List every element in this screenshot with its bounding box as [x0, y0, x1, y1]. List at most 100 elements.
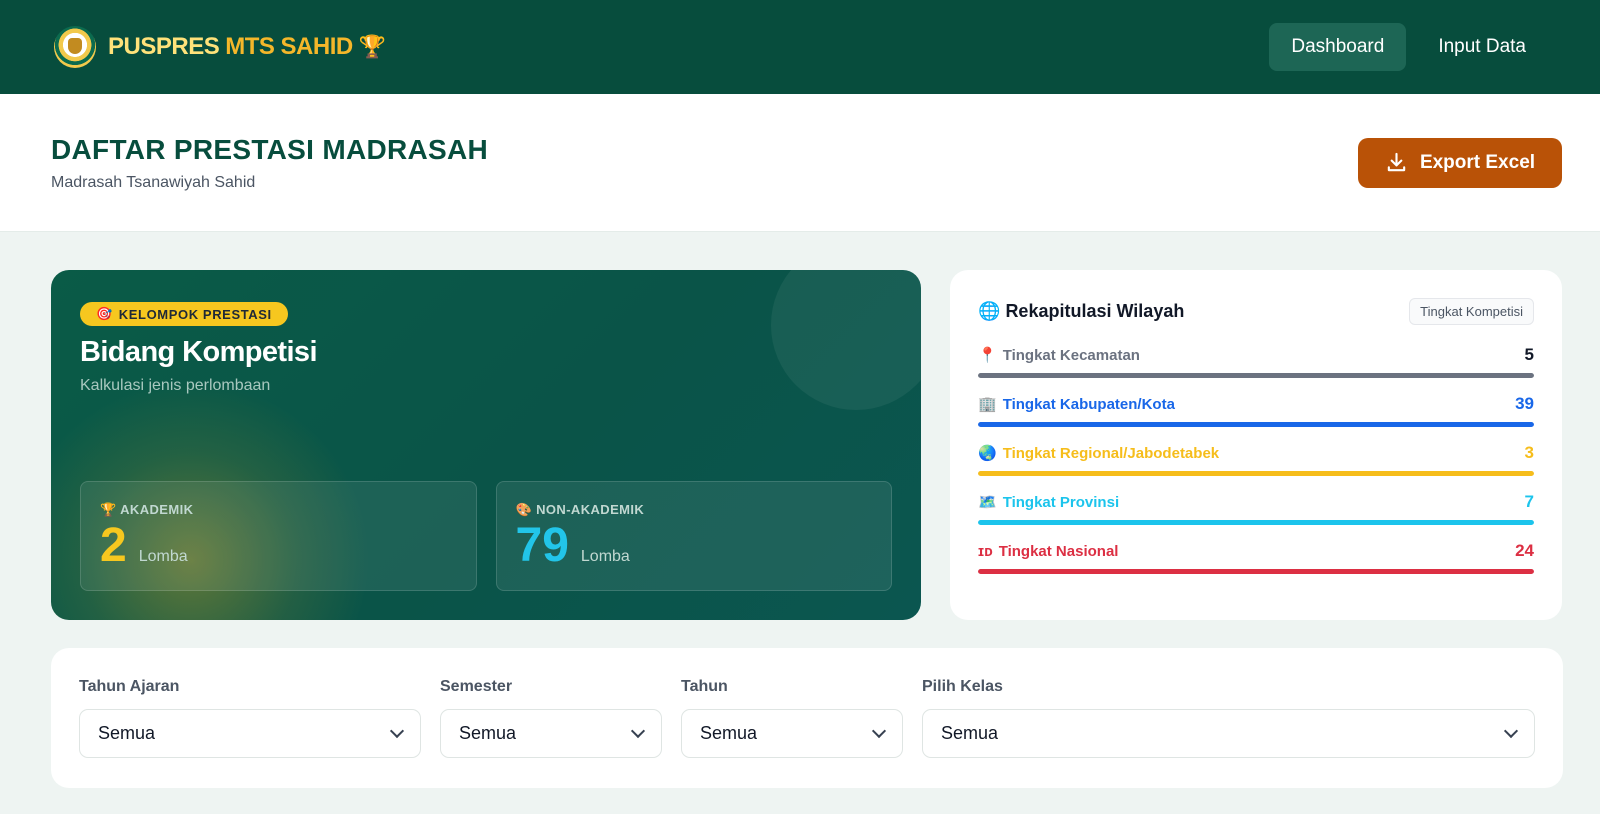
regional-recap-title-text: Rekapitulasi Wilayah [1005, 301, 1185, 321]
palette-icon: 🎨 [515, 502, 533, 517]
regional-recap-card: 🌐 Rekapitulasi Wilayah Tingkat Kompetisi… [950, 270, 1562, 620]
non-academic-label: NON-AKADEMIK [536, 502, 645, 517]
class-filter: Pilih Kelas Semua [922, 678, 1535, 758]
brand-part-2: MTS SAHID [225, 33, 353, 60]
competition-stats: 🏆 AKADEMIK 2 Lomba 🎨 NON-AKADEMIK 79 Lom… [80, 481, 892, 591]
top-navbar: PUSPRES MTS SAHID 🏆 Dashboard Input Data [0, 0, 1600, 94]
achievement-group-badge-label: KELOMPOK PRESTASI [118, 306, 272, 322]
dashboard-main-row: 🎯 KELOMPOK PRESTASI Bidang Kompetisi Kal… [51, 270, 1563, 620]
regional-recap-header: 🌐 Rekapitulasi Wilayah Tingkat Kompetisi [978, 298, 1534, 325]
recap-item-provinsi: 🗺️ Tingkat Provinsi 7 [978, 492, 1534, 525]
recap-item-value: 7 [1524, 492, 1534, 511]
recap-progress-fill [978, 373, 1534, 378]
competition-field-title: Bidang Kompetisi [80, 336, 318, 368]
competition-field-subtitle: Kalkulasi jenis perlombaan [80, 377, 271, 394]
academic-year-filter: Tahun Ajaran Semua [79, 678, 421, 758]
building-icon: 🏢 [978, 396, 997, 413]
non-academic-unit: Lomba [580, 548, 630, 565]
globe-asia-icon: 🌏 [978, 445, 997, 462]
recap-item-name: 🗺️ Tingkat Provinsi [978, 493, 1119, 512]
competition-level-tag: Tingkat Kompetisi [1409, 298, 1534, 325]
brand[interactable]: PUSPRES MTS SAHID 🏆 [54, 26, 386, 68]
recap-item-row: 🌏 Tingkat Regional/Jabodetabek 3 [978, 443, 1534, 463]
recap-item-regional: 🌏 Tingkat Regional/Jabodetabek 3 [978, 443, 1534, 476]
recap-item-name: 🏢 Tingkat Kabupaten/Kota [978, 395, 1175, 414]
academic-stat-value-row: 2 Lomba [100, 522, 457, 570]
recap-item-name: 🌏 Tingkat Regional/Jabodetabek [978, 444, 1219, 463]
recap-item-label: Tingkat Nasional [998, 542, 1119, 560]
recap-progress-fill [978, 520, 1534, 525]
recap-item-label: Tingkat Kabupaten/Kota [1002, 395, 1175, 413]
map-icon: 🗺️ [978, 494, 997, 511]
recap-item-name: ɪᴅ Tingkat Nasional [978, 543, 1118, 560]
chevron-down-icon [389, 723, 405, 738]
recap-progress-fill [978, 422, 1534, 427]
academic-year-select[interactable]: Semua [79, 709, 421, 758]
chevron-down-icon [1503, 723, 1519, 738]
semester-label: Semester [440, 678, 513, 695]
class-label: Pilih Kelas [922, 678, 1003, 695]
non-academic-stat-label: 🎨 NON-AKADEMIK [516, 502, 873, 518]
export-excel-button[interactable]: Export Excel [1358, 137, 1562, 188]
year-filter: Tahun Semua [681, 678, 903, 758]
main-navigation: Dashboard Input Data [1269, 23, 1548, 71]
non-academic-count: 79 [515, 519, 569, 572]
recap-item-row: 🗺️ Tingkat Provinsi 7 [978, 492, 1534, 512]
download-icon [1387, 152, 1406, 172]
achievement-group-badge: 🎯 KELOMPOK PRESTASI [80, 302, 288, 326]
recap-item-kecamatan: 📍 Tingkat Kecamatan 5 [978, 345, 1534, 378]
filter-card: Tahun Ajaran Semua Semester Semua Tahun … [51, 648, 1563, 788]
recap-item-kabupaten-kota: 🏢 Tingkat Kabupaten/Kota 39 [978, 394, 1534, 427]
trophy-icon: 🏆 [358, 34, 386, 59]
chevron-down-icon [871, 723, 887, 738]
madrasah-logo-icon [54, 26, 96, 68]
export-excel-label: Export Excel [1419, 151, 1536, 173]
recap-progress-fill [978, 569, 1534, 574]
non-academic-stat-value-row: 79 Lomba [516, 522, 873, 570]
recap-progress-track [978, 471, 1534, 476]
page-title: DAFTAR PRESTASI MADRASAH [51, 133, 489, 165]
nav-input-data-link[interactable]: Input Data [1416, 23, 1548, 71]
recap-item-name: 📍 Tingkat Kecamatan [978, 346, 1140, 365]
year-label: Tahun [681, 678, 728, 695]
recap-progress-track [978, 569, 1534, 574]
recap-item-value: 24 [1515, 541, 1534, 560]
location-pin-icon: 📍 [978, 347, 997, 364]
target-icon: 🎯 [96, 306, 113, 321]
academic-stat-card: 🏆 AKADEMIK 2 Lomba [80, 481, 477, 591]
recap-progress-track [978, 373, 1534, 378]
class-select[interactable]: Semua [922, 709, 1535, 758]
page-header: DAFTAR PRESTASI MADRASAH Madrasah Tsanaw… [0, 94, 1600, 232]
year-select[interactable]: Semua [681, 709, 903, 758]
regional-recap-title: 🌐 Rekapitulasi Wilayah [978, 301, 1184, 322]
recap-item-value: 5 [1524, 345, 1534, 364]
class-selected-value: Semua [941, 723, 999, 743]
page-heading-group: DAFTAR PRESTASI MADRASAH Madrasah Tsanaw… [51, 134, 488, 192]
recap-item-value: 3 [1524, 443, 1534, 462]
recap-progress-track [978, 422, 1534, 427]
semester-selected-value: Semua [459, 723, 517, 743]
academic-stat-label: 🏆 AKADEMIK [100, 502, 457, 518]
globe-icon: 🌐 [978, 301, 1001, 321]
recap-item-label: Tingkat Kecamatan [1002, 346, 1140, 364]
competition-field-card: 🎯 KELOMPOK PRESTASI Bidang Kompetisi Kal… [51, 270, 921, 620]
academic-year-selected-value: Semua [98, 723, 156, 743]
brand-title: PUSPRES MTS SAHID 🏆 [108, 33, 386, 61]
page-subtitle: Madrasah Tsanawiyah Sahid [51, 173, 256, 191]
chevron-down-icon [630, 723, 646, 738]
recap-item-value: 39 [1515, 394, 1534, 413]
academic-unit: Lomba [138, 548, 188, 565]
semester-select[interactable]: Semua [440, 709, 662, 758]
year-selected-value: Semua [700, 723, 758, 743]
recap-item-row: 🏢 Tingkat Kabupaten/Kota 39 [978, 394, 1534, 414]
academic-count: 2 [100, 519, 127, 572]
indonesia-flag-icon: ɪᴅ [978, 542, 993, 560]
trophy-icon: 🏆 [100, 502, 117, 517]
recap-progress-track [978, 520, 1534, 525]
recap-item-row: ɪᴅ Tingkat Nasional 24 [978, 541, 1534, 561]
academic-year-label: Tahun Ajaran [79, 678, 180, 695]
non-academic-stat-card: 🎨 NON-AKADEMIK 79 Lomba [495, 481, 892, 591]
nav-dashboard-link[interactable]: Dashboard [1269, 23, 1407, 71]
brand-part-1: PUSPRES [108, 33, 220, 60]
semester-filter: Semester Semua [440, 678, 662, 758]
